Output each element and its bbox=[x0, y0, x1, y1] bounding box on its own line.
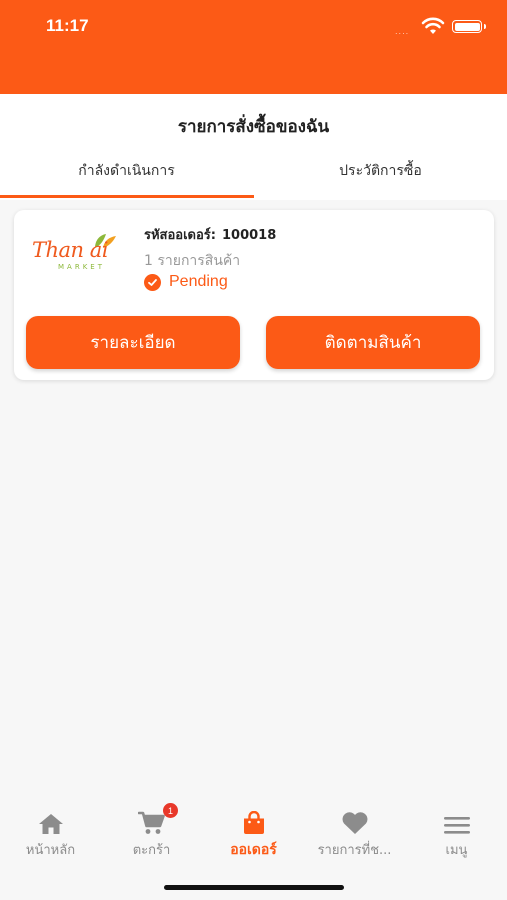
order-card[interactable]: Than ai MARKET รหัสออเดอร์: 100018 1 รายกา… bbox=[14, 210, 494, 380]
store-logo-text: Than ai bbox=[32, 238, 109, 262]
signal-icon: .... bbox=[395, 27, 410, 36]
cart-icon: 1 bbox=[101, 795, 202, 835]
tab-wishlist-label: รายการที่ช... bbox=[317, 843, 392, 858]
check-circle-icon bbox=[144, 273, 161, 291]
status-bar: 11:17 .... bbox=[0, 0, 507, 94]
tab-orders[interactable]: ออเดอร์ bbox=[203, 795, 304, 861]
tab-menu[interactable]: เมนู bbox=[406, 795, 507, 860]
tab-menu-label: เมนู bbox=[445, 843, 468, 858]
battery-icon bbox=[452, 20, 486, 33]
tab-cart[interactable]: 1 ตะกร้า bbox=[101, 795, 202, 860]
home-indicator[interactable] bbox=[164, 885, 344, 890]
cart-count-badge: 1 bbox=[163, 803, 178, 818]
store-logo-subtext: MARKET bbox=[58, 263, 105, 271]
order-id-value: 100018 bbox=[221, 228, 277, 243]
store-logo: Than ai MARKET bbox=[32, 234, 130, 274]
tab-home[interactable]: หน้าหลัก bbox=[0, 795, 101, 860]
order-id-label: รหัสออเดอร์: bbox=[144, 228, 216, 243]
tab-orders-label: ออเดอร์ bbox=[230, 842, 277, 858]
orders-header: รายการสั่งซื้อของฉัน กำลังดำเนินการ ประว… bbox=[0, 94, 507, 200]
shopping-bag-icon bbox=[203, 795, 304, 835]
tab-home-label: หน้าหลัก bbox=[25, 843, 76, 858]
status-time: 11:17 bbox=[46, 16, 89, 35]
wifi-icon bbox=[421, 17, 445, 34]
tab-wishlist[interactable]: รายการที่ช... bbox=[304, 795, 405, 860]
page-title: รายการสั่งซื้อของฉัน bbox=[177, 117, 330, 137]
order-id-row: รหัสออเดอร์: 100018 bbox=[144, 224, 276, 245]
heart-icon bbox=[304, 795, 405, 835]
home-icon bbox=[0, 795, 101, 835]
item-count: 1 รายการสินค้า bbox=[144, 253, 241, 269]
tab-purchase-history[interactable]: ประวัติการซื้อ bbox=[254, 160, 507, 182]
order-details-button[interactable]: รายละเอียด bbox=[26, 316, 240, 369]
tab-cart-label: ตะกร้า bbox=[132, 843, 171, 858]
menu-icon bbox=[406, 795, 507, 835]
order-status: Pending bbox=[169, 273, 228, 290]
active-tab-indicator bbox=[0, 195, 254, 198]
tab-in-progress[interactable]: กำลังดำเนินการ bbox=[0, 160, 253, 182]
track-order-button[interactable]: ติดตามสินค้า bbox=[266, 316, 480, 369]
status-row: Pending bbox=[144, 273, 228, 291]
